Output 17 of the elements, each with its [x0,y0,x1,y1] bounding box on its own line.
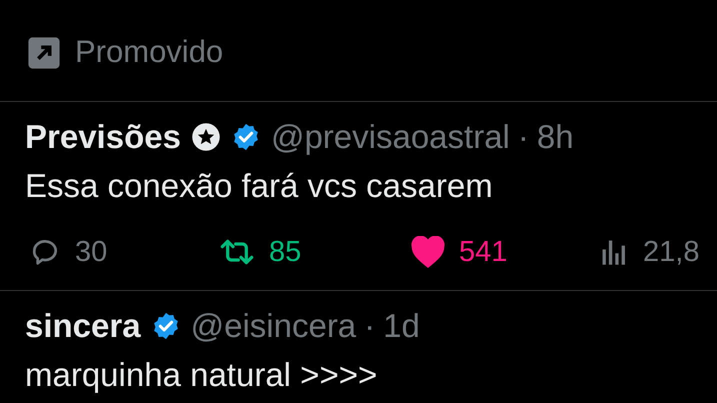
promoted-label: Promovido [75,33,224,72]
author-handle[interactable]: @eisincera [190,309,356,342]
post-text: Essa conexão fará vcs casarem [25,169,494,202]
separator-dot: · [518,120,529,153]
post-time[interactable]: 1d [383,309,420,342]
bar-chart-icon [601,238,627,266]
reply-button[interactable]: 30 [29,236,219,268]
separator-dot: · [364,309,376,342]
author-name[interactable]: Previsões [25,120,181,153]
author-handle[interactable]: @previsaoastral [270,120,510,153]
heart-icon [411,236,445,268]
repost-button[interactable]: 85 [219,236,411,268]
post-text: marquinha natural >>>> [25,358,378,391]
post-time[interactable]: 8h [536,120,574,153]
author-name[interactable]: sincera [25,309,141,342]
like-button[interactable]: 541 [411,236,601,268]
views-button[interactable]: 21,8 [601,238,700,266]
